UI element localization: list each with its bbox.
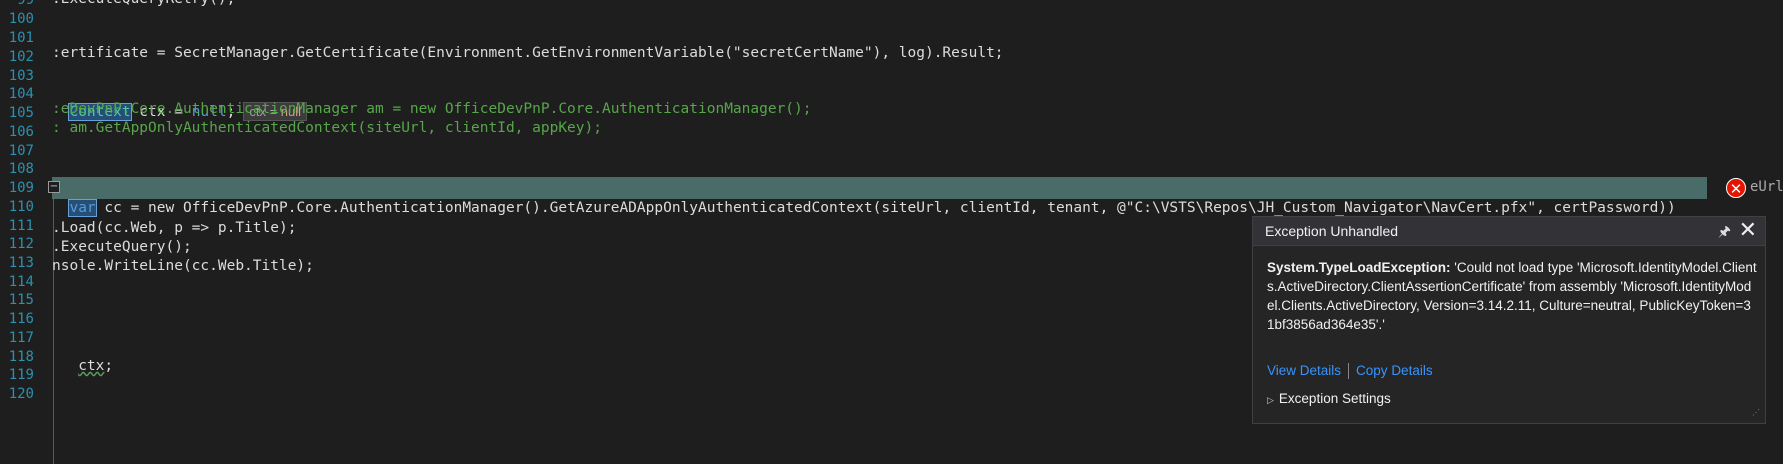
exception-popup-header: Exception Unhandled 🖈 ✕: [1253, 217, 1765, 246]
ctx-identifier: ctx: [78, 358, 105, 374]
line-number: 117: [8, 330, 34, 346]
code-line-116: ctx;: [52, 335, 113, 377]
code-line-112: nsole.WriteLine(cc.Web.Title);: [52, 258, 314, 274]
code-line-99: .ExecuteQueryRetry();: [52, 0, 235, 10]
line-number: 101: [8, 30, 34, 46]
line-number-gutter: 99 100 101 102 103 104 105 106 107 108 109 110 111 11…: [0, 0, 48, 464]
exception-type: System.TypeLoadException:: [1267, 260, 1451, 275]
exception-links: View Details Copy Details: [1267, 363, 1433, 380]
line-number: 115: [8, 292, 34, 308]
line-number: 113: [8, 255, 34, 271]
error-icon[interactable]: ✕: [1726, 178, 1746, 198]
line-number: 106: [8, 124, 34, 140]
code-line-108[interactable]: var cc = new OfficeDevPnP.Core.Authentic…: [52, 177, 1676, 219]
code-overflow-text: eUrl =: [1750, 179, 1783, 195]
line-number: 119: [8, 367, 34, 383]
var-keyword: var: [68, 199, 97, 217]
link-separator: [1348, 363, 1350, 380]
line-number: 109: [8, 180, 34, 196]
code-text: ;: [104, 358, 114, 374]
exception-settings-toggle[interactable]: ▷ Exception Settings: [1267, 391, 1391, 406]
line-number: 102: [8, 49, 34, 65]
line-number: 116: [8, 311, 34, 327]
exception-message: System.TypeLoadException: 'Could not loa…: [1267, 258, 1757, 334]
line-number: 112: [8, 236, 34, 252]
exception-settings-label: Exception Settings: [1278, 391, 1391, 406]
code-text: cc = new OfficeDevPnP.Core.Authenticatio…: [95, 200, 1676, 216]
line-number: 110: [8, 199, 34, 215]
line-number: 108: [8, 161, 34, 177]
view-details-link[interactable]: View Details: [1267, 363, 1341, 378]
line-number: 104: [8, 86, 34, 102]
code-line-110: .Load(cc.Web, p => p.Title);: [52, 220, 297, 236]
line-number: 105: [8, 105, 34, 121]
code-line-111: .ExecuteQuery();: [52, 239, 192, 255]
code-line-105: :eDevPnP.Core.AuthenticationManager am =…: [52, 101, 812, 117]
exception-popup-title: Exception Unhandled: [1265, 223, 1399, 239]
resize-grip-icon[interactable]: ⋰: [1752, 409, 1762, 421]
code-line-106: : am.GetAppOnlyAuthenticatedContext(site…: [52, 120, 602, 136]
line-number: 100: [8, 11, 34, 27]
exception-popup: Exception Unhandled 🖈 ✕ System.TypeLoadE…: [1252, 216, 1766, 424]
line-number: 120: [8, 386, 34, 402]
copy-details-link[interactable]: Copy Details: [1356, 363, 1433, 378]
pin-icon[interactable]: 🖈: [1718, 221, 1731, 245]
close-icon[interactable]: ✕: [1739, 218, 1757, 243]
expand-triangle-icon: ▷: [1267, 396, 1274, 406]
code-line-102: :ertificate = SecretManager.GetCertifica…: [52, 45, 1004, 61]
